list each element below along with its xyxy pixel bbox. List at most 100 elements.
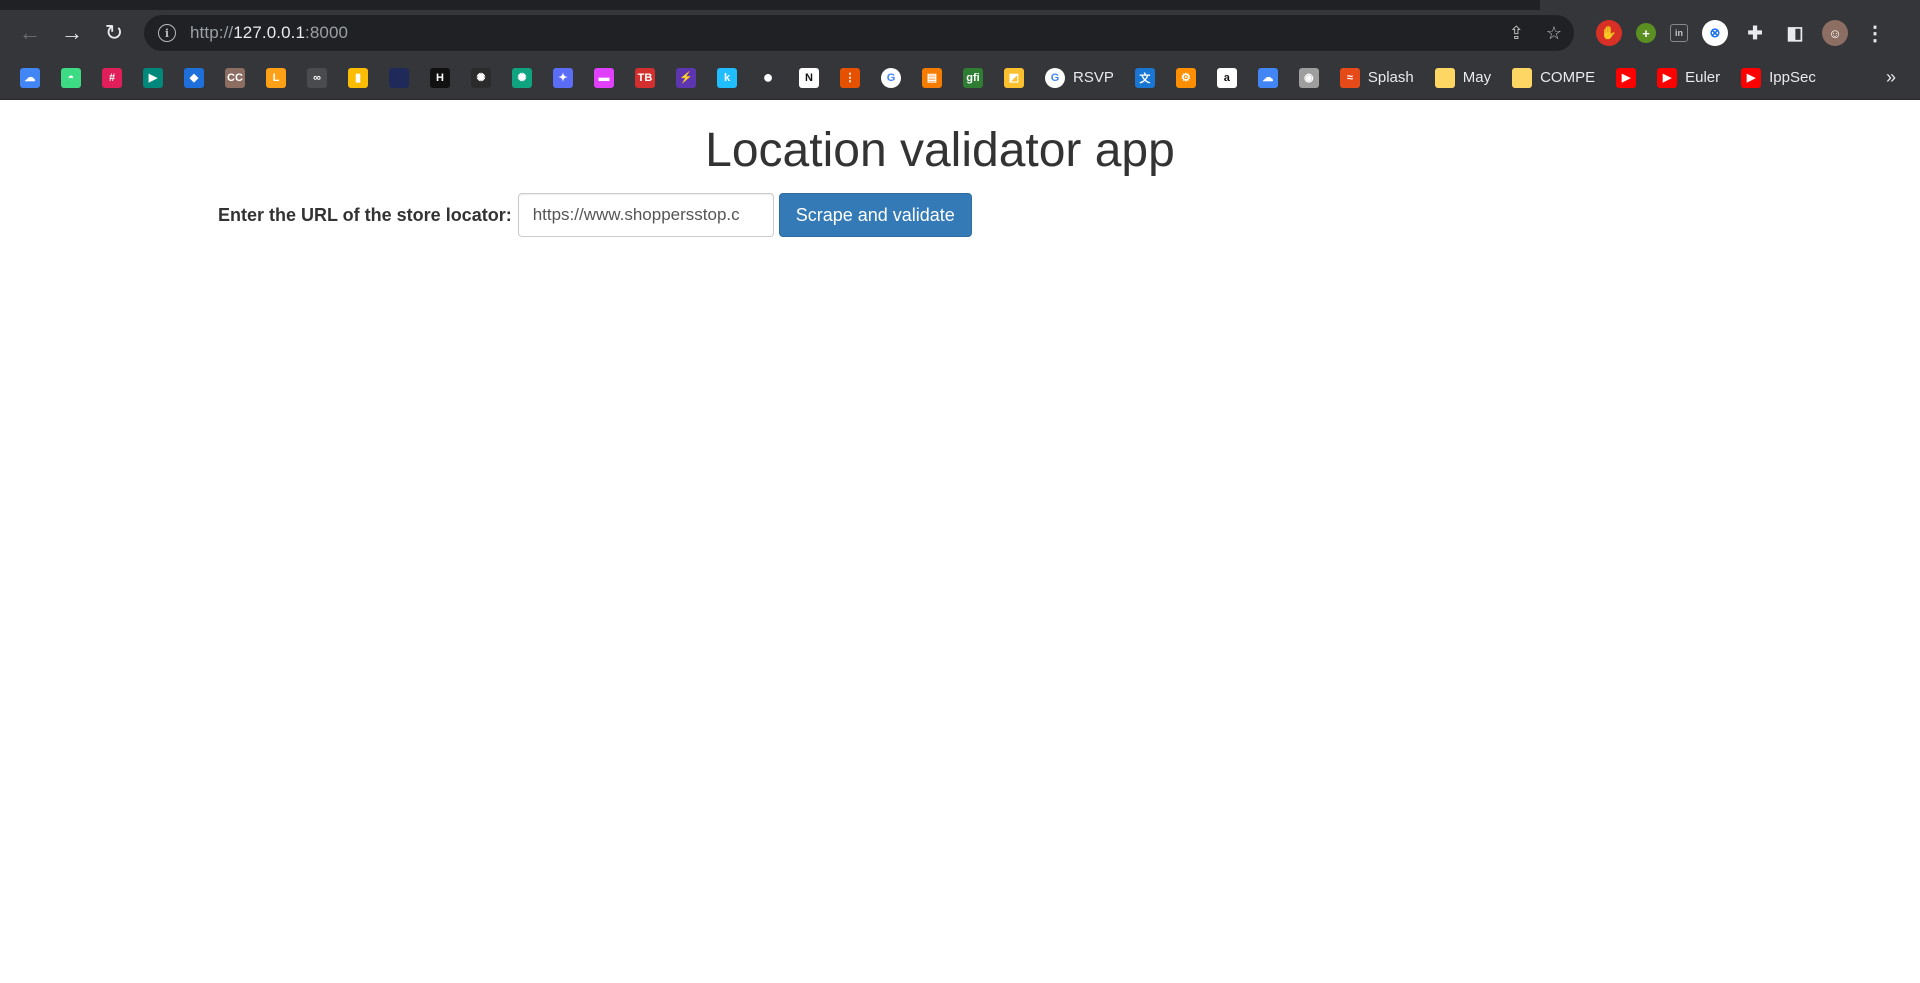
bookmark-star-icon[interactable]: ☆ (1546, 23, 1562, 44)
bookmark-item[interactable]: ☁ (14, 63, 46, 93)
bookmark-item[interactable]: ☁ (1252, 63, 1284, 93)
binance-icon: ◆ (184, 67, 204, 88)
address-bar-url: http://127.0.0.1:8000 (190, 23, 349, 42)
bookmark-item[interactable]: N (793, 63, 825, 93)
back-arrow-icon[interactable]: ← (12, 15, 48, 51)
bookmark-item[interactable]: # (96, 63, 128, 93)
address-bar[interactable]: i http://127.0.0.1:8000 ⇪ ☆ (144, 15, 1574, 51)
bookmark-item[interactable]: ▬ (588, 63, 620, 93)
bookmark-item[interactable]: L (260, 63, 292, 93)
profile-avatar[interactable]: ☺ (1822, 20, 1848, 46)
active-extension-icon[interactable]: ⊗ (1702, 20, 1728, 46)
bookmark-item[interactable]: G (875, 63, 907, 93)
google-cloud-icon: ☁ (20, 67, 40, 88)
hackerrank-icon: H (430, 67, 450, 88)
amazon-icon: a (1216, 67, 1237, 88)
slides-icon: ◩ (1004, 67, 1024, 88)
translate-icon: 文 (1134, 67, 1155, 88)
bookmark-item[interactable]: ⋮ (834, 63, 866, 93)
bookmark-item[interactable]: ▶ (137, 63, 169, 93)
plus-extension-icon[interactable]: + (1636, 23, 1656, 43)
slack-icon: # (102, 67, 122, 88)
folder-note-icon (1512, 67, 1533, 88)
youtube-icon: ▶ (1616, 67, 1637, 88)
page-title: Location validator app (705, 124, 1175, 177)
linkedin-extension-icon[interactable]: in (1670, 24, 1688, 42)
bookmark-item[interactable]: TB (629, 63, 661, 93)
bookmark-item[interactable]: G RSVP (1039, 63, 1120, 93)
reload-icon[interactable]: ↻ (96, 15, 132, 51)
bookmark-item[interactable]: ◆ (178, 63, 210, 93)
bookmark-item[interactable] (383, 63, 415, 93)
url-input[interactable] (517, 193, 774, 237)
bookmark-item[interactable]: ⚡ (670, 63, 702, 93)
bookmark-item[interactable]: 文 (1129, 63, 1161, 93)
extensions-puzzle-icon[interactable]: ✚ (1742, 20, 1768, 46)
bookmarks-bar: ☁ ◓ # ▶ ◆ CC L ∞ ▮ H ✺ ✺ ✦ ▬ TB ⚡ k ● N ⋮ G ▤ gfi ◩ G RSVP 文 ⚙ a ☁ ◉ ≈… (0, 56, 1920, 100)
bookmark-item[interactable]: CC (219, 63, 251, 93)
gemini-icon: ✦ (553, 67, 573, 88)
google-cloud-icon: ☁ (1257, 67, 1278, 88)
browser-toolbar: ← → ↻ i http://127.0.0.1:8000 ⇪ ☆ ✋ + in… (0, 10, 1920, 56)
scrape-and-validate-button[interactable]: Scrape and validate (778, 193, 972, 237)
site-info-icon[interactable]: i (158, 24, 176, 42)
bolt-icon: ⚡ (676, 67, 696, 88)
gear-icon: ⚙ (1175, 67, 1196, 88)
bookmark-item[interactable]: ◩ (998, 63, 1030, 93)
notion-icon: N (799, 67, 819, 88)
adblock-extension-icon[interactable]: ✋ (1596, 20, 1622, 46)
bookmark-item[interactable]: ✺ (465, 63, 497, 93)
bookmark-label: COMPE (1540, 69, 1596, 86)
chatgpt-icon: ✺ (512, 67, 532, 88)
incognito-icon: ◉ (1298, 67, 1319, 88)
tab-strip (0, 0, 1920, 10)
github-icon: ● (762, 67, 774, 87)
bookmark-label: May (1462, 69, 1492, 86)
bookmark-item[interactable]: ◓ (55, 63, 87, 93)
url-form: Enter the URL of the store locator: Scra… (0, 193, 1920, 237)
youtube-icon: ▶ (1741, 67, 1762, 88)
bookmark-item[interactable]: ≈ Splash (1334, 63, 1420, 93)
bookmark-item[interactable]: ✦ (547, 63, 579, 93)
android-icon: ◓ (61, 67, 81, 88)
bookmark-item[interactable]: ◉ (1293, 63, 1325, 93)
bookmark-item[interactable]: k (711, 63, 743, 93)
mask-icon: ∞ (307, 67, 327, 88)
dark-square-icon (389, 67, 409, 88)
book-icon: ▤ (922, 67, 942, 88)
bookmark-item[interactable]: ▶ Euler (1651, 63, 1726, 93)
side-panel-icon[interactable]: ◧ (1782, 20, 1808, 46)
folder-note-icon (1434, 67, 1455, 88)
flow-icon: ⋮ (840, 67, 860, 88)
url-label: Enter the URL of the store locator: (218, 204, 512, 225)
leetcode-icon: L (266, 67, 286, 88)
bookmark-item[interactable]: H (424, 63, 456, 93)
bookmark-item[interactable]: ✺ (506, 63, 538, 93)
bookmark-item[interactable]: gfi (957, 63, 989, 93)
kaggle-icon: k (717, 67, 737, 88)
kebab-menu-icon[interactable]: ⋮ (1862, 20, 1888, 46)
google-icon: G (1045, 67, 1065, 88)
openai-icon: ✺ (471, 67, 491, 88)
google-meet-icon: ▶ (143, 67, 163, 88)
bookmark-item[interactable]: ▤ (916, 63, 948, 93)
bookmark-item[interactable]: ▶ (1610, 63, 1642, 93)
bookmark-item[interactable]: COMPE (1506, 63, 1601, 93)
bookmark-item[interactable]: ∞ (301, 63, 333, 93)
stripe-icon: ▬ (594, 67, 614, 88)
bookmarks-overflow-icon[interactable]: » (1886, 67, 1910, 88)
bookmark-item[interactable]: a (1211, 63, 1243, 93)
bookmark-label: Splash (1367, 69, 1414, 86)
bookmark-item[interactable]: ▶ IppSec (1735, 63, 1822, 93)
page-content: Location validator app Enter the URL of … (0, 100, 1920, 237)
bar-chart-icon: ▮ (348, 67, 368, 88)
tb-icon: TB (635, 67, 655, 88)
bookmark-label: RSVP (1073, 69, 1114, 86)
share-icon[interactable]: ⇪ (1509, 23, 1524, 44)
splash-icon: ≈ (1339, 67, 1360, 88)
bookmark-item[interactable]: ▮ (342, 63, 374, 93)
bookmark-item[interactable]: ● (752, 63, 784, 93)
bookmark-item[interactable]: ⚙ (1170, 63, 1202, 93)
bookmark-item[interactable]: May (1429, 63, 1497, 93)
forward-arrow-icon[interactable]: → (54, 15, 90, 51)
